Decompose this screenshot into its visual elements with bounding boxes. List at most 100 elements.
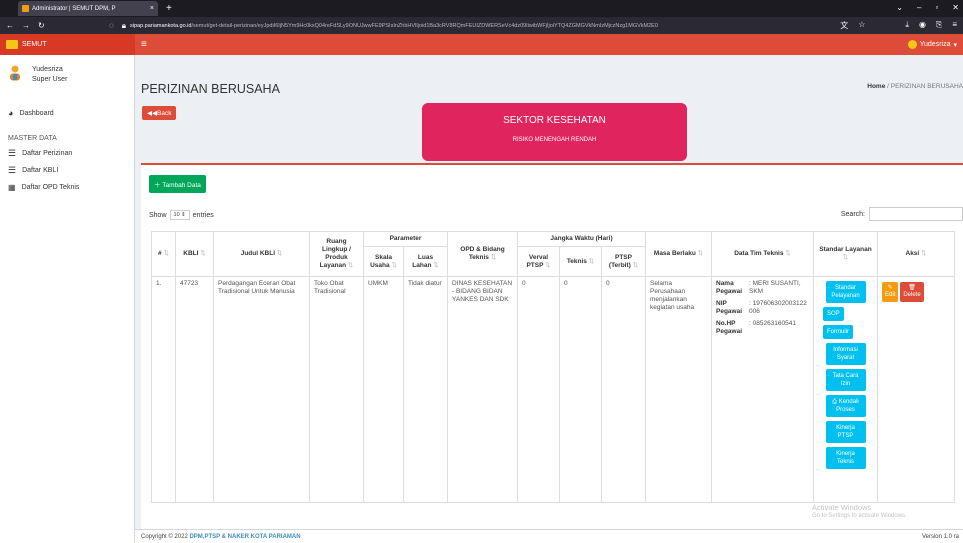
app-header: SEMUT ≡ Yudesriza ▾ [0, 34, 963, 55]
close-window-icon[interactable]: ✕ [952, 3, 959, 12]
maximize-icon[interactable]: ▫ [935, 3, 938, 12]
breadcrumb-home[interactable]: Home [867, 83, 885, 90]
reload-icon[interactable]: ↻ [38, 21, 45, 31]
brand-logo[interactable]: SEMUT [0, 34, 135, 55]
header-skala-usaha[interactable]: Skala Usaha ⇅ [363, 246, 404, 277]
sidebar-item-daftar-opd-teknis[interactable]: ▦ Daftar OPD Teknis [0, 181, 134, 193]
building-icon: ▦ [8, 182, 16, 192]
version: Version 1.0 ra [921, 533, 959, 540]
kendali-proses-button[interactable]: ⎙ Kendali Proses [825, 395, 866, 417]
main-content: PERIZINAN BERUSAHA Home / PERIZINAN BERU… [135, 55, 963, 529]
account-icon[interactable]: ◉ [919, 20, 926, 31]
header-luas-lahan[interactable]: Luas Lahan ⇅ [403, 246, 448, 277]
breadcrumb: Home / PERIZINAN BERUSAHA [867, 83, 963, 90]
edit-button[interactable]: ✎ Edit [882, 282, 899, 302]
forward-nav-icon[interactable]: → [22, 21, 30, 31]
user-role: Super User [32, 76, 68, 83]
back-nav-icon[interactable]: ← [6, 21, 14, 31]
cell-standar-layanan: Standar Pelayanan SOP Formulir Informasi… [813, 276, 878, 503]
tab-list-icon[interactable]: ⌄ [896, 3, 903, 12]
back-button[interactable]: ◀◀Back [142, 106, 177, 120]
tim-nama-label: Nama Pegawai [716, 280, 743, 295]
minimize-icon[interactable]: – [917, 3, 921, 12]
translate-icon[interactable]: 文 [840, 20, 848, 31]
kinerja-teknis-button[interactable]: Kinerja Teknis [825, 447, 866, 469]
header-no[interactable]: # ⇅ [151, 231, 176, 277]
header-masa-berlaku[interactable]: Masa Berlaku ⇅ [645, 231, 712, 277]
sector-risk: RISIKO MENENGAH RENDAH [512, 137, 597, 143]
header-opd[interactable]: OPD & Bidang Teknis ⇅ [447, 231, 518, 277]
cell-judul: Perdagangan Eceran Obat Tradisional Untu… [213, 276, 310, 503]
lock-icon[interactable]: 🔒︎ [122, 21, 126, 31]
cell-teknis: 0 [559, 276, 602, 503]
formulir-button[interactable]: Formulir [823, 325, 853, 339]
sidebar: Yudesriza Super User ◕ Dashboard MASTER … [0, 55, 135, 543]
header-ptsp-terbit[interactable]: PTSP (Terbit) ⇅ [601, 246, 646, 277]
cell-masa: Selama Perusahaan menjalankan kegiatan u… [645, 276, 712, 503]
header-tim-teknis[interactable]: Data Tim Teknis ⇅ [711, 231, 814, 277]
window-controls: ⌄ – ▫ ✕ [896, 3, 959, 12]
url-field[interactable]: sipap.pariamankota.go.id/semut/get-detai… [130, 23, 820, 29]
informasi-syarat-button[interactable]: Informasi Syarat [825, 343, 866, 365]
user-menu[interactable]: Yudesriza ▾ [907, 40, 957, 49]
browser-tab-strip: Administrator | SEMUT DPM, P × + ⌄ – ▫ ✕ [0, 0, 963, 17]
sidebar-item-daftar-kbli[interactable]: ☰ Daftar KBLI [0, 164, 134, 176]
header-judul-kbli[interactable]: Judul KBLI ⇅ [213, 231, 310, 277]
standar-pelayanan-button[interactable]: Standar Pelayanan [825, 281, 866, 303]
entries-select[interactable]: 10 ⇕ [169, 210, 190, 220]
avatar [907, 40, 917, 49]
new-tab-button[interactable]: + [166, 3, 172, 14]
table-search: Search: [841, 207, 963, 221]
windows-activation-watermark: Activate Windows Go to Settings to activ… [812, 503, 907, 519]
header-ruang-lingkup[interactable]: Ruang Lingkup / Produk Layanan ⇅ [309, 231, 364, 277]
download-icon[interactable]: ⤓ [905, 20, 909, 31]
user-panel: Yudesriza Super User [0, 55, 134, 107]
cell-tim-teknis: Nama Pegawai : MERI SUSANTI, SKM NIP Peg… [711, 276, 814, 503]
extensions-icon[interactable]: ⎘ [936, 20, 942, 31]
delete-button[interactable]: 🗑︎ Delete [900, 282, 924, 302]
edit-icon: ✎ [887, 285, 893, 291]
bookmark-star-icon[interactable]: ☆ [858, 20, 865, 31]
sidebar-item-daftar-perizinan[interactable]: ☰ Daftar Perizinan [0, 147, 134, 159]
cell-no: 1. [151, 276, 176, 503]
kinerja-ptsp-button[interactable]: Kinerja PTSP [825, 421, 866, 443]
browser-tab[interactable]: Administrator | SEMUT DPM, P × [18, 1, 158, 16]
sidebar-toggle-icon[interactable]: ≡ [141, 39, 147, 50]
data-box: ＋ Tambah Data Show 10 ⇕ entries Search: … [141, 163, 963, 529]
tata-cara-izin-button[interactable]: Tata Cara Izin [825, 369, 866, 391]
brand-name: SEMUT [22, 41, 47, 48]
tim-nama: : MERI SUSANTI, SKM [749, 280, 801, 295]
page-title: PERIZINAN BERUSAHA [141, 82, 280, 96]
cell-ptsp: 0 [601, 276, 646, 503]
dashboard-icon: ◕ [8, 108, 14, 118]
list-icon: ☰ [8, 147, 17, 158]
footer-org[interactable]: DPM,PTSP & NAKER KOTA PARIAMAN [189, 534, 300, 540]
cell-verval: 0 [517, 276, 560, 503]
tab-title: Administrator | SEMUT DPM, P [32, 5, 116, 12]
add-data-button[interactable]: ＋ Tambah Data [149, 175, 206, 193]
header-standar-layanan[interactable]: Standar Layanan ⇅ [813, 231, 878, 277]
header-aksi[interactable]: Aksi ⇅ [877, 231, 955, 277]
search-input[interactable] [869, 207, 963, 221]
header-teknis[interactable]: Teknis ⇅ [559, 246, 602, 277]
user-name: Yudesriza [32, 66, 63, 73]
sector-title: SEKTOR KESEHATAN [503, 115, 606, 126]
menu-icon[interactable]: ≡ [952, 20, 957, 31]
favicon-icon [22, 5, 29, 12]
cell-kbli: 47723 [175, 276, 214, 503]
cell-opd: DINAS KESEHATAN - BIDANG BIDAN YANKES DA… [447, 276, 518, 503]
cell-aksi: ✎ Edit 🗑︎ Delete [877, 276, 955, 503]
sidebar-section-header: MASTER DATA [8, 134, 57, 142]
cell-luas: Tidak diatur [403, 276, 448, 503]
sop-button[interactable]: SOP [823, 307, 844, 321]
header-parameter: Parameter [363, 231, 448, 247]
perizinan-table: # ⇅ KBLI ⇅ Judul KBLI ⇅ Ruang Lingkup / … [151, 231, 955, 503]
tab-close-icon[interactable]: × [150, 5, 154, 12]
shield-icon[interactable]: ◌ [109, 21, 114, 31]
header-verval-ptsp[interactable]: Verval PTSP ⇅ [517, 246, 560, 277]
entries-length: Show 10 ⇕ entries [149, 210, 214, 220]
tim-hp-label: No.HP Pegawai [716, 320, 743, 335]
header-kbli[interactable]: KBLI ⇅ [175, 231, 214, 277]
sidebar-item-dashboard[interactable]: ◕ Dashboard [0, 107, 134, 119]
cell-skala: UMKM [363, 276, 404, 503]
